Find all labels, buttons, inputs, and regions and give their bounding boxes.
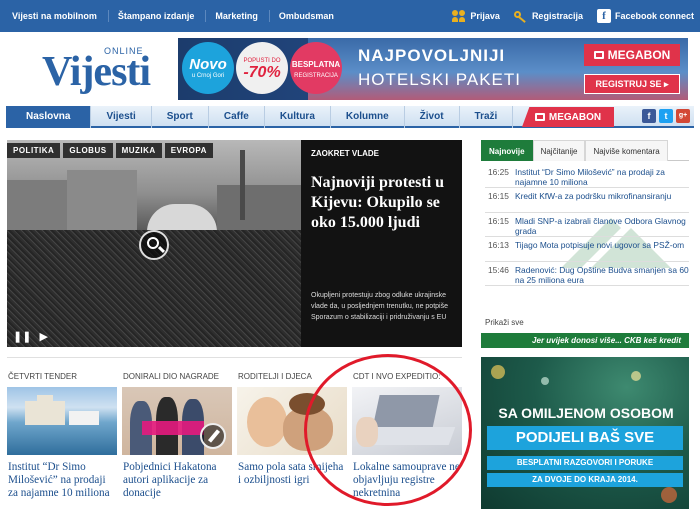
link-ombudsman[interactable]: Ombudsman — [270, 10, 345, 22]
nav-item-naslovna[interactable]: Naslovna — [6, 106, 92, 128]
featured-story[interactable]: POLITIKA GLOBUS MUZIKA EVROPA ❚❚ ▶ ZAOKR… — [7, 140, 462, 347]
show-all-link[interactable]: Prikaži sve — [485, 318, 524, 327]
badge-free-registration: BESPLATNA REGISTRACIJA — [290, 42, 342, 94]
card-kicker: RODITELJI I DJECA — [238, 372, 312, 381]
key-icon — [513, 10, 528, 23]
nav-item-zivot[interactable]: Život — [405, 106, 460, 128]
header: ONLINE Vijesti Novo u Crnoj Gori POPUSTI… — [0, 32, 700, 106]
nav-item-kolumne[interactable]: Kolumne — [331, 106, 405, 128]
users-icon — [452, 10, 466, 22]
featured-title[interactable]: Najnoviji protesti u Kijevu: Okupilo se … — [311, 173, 459, 233]
facebook-share-icon[interactable]: f — [642, 109, 656, 123]
category-evropa[interactable]: EVROPA — [164, 143, 213, 158]
category-politika[interactable]: POLITIKA — [7, 143, 61, 158]
red-annotation-circle — [304, 354, 472, 506]
tab-najcitanije[interactable]: Najčitanije — [532, 140, 586, 161]
list-item[interactable]: 16:15 Kredit KfW-a za podršku mikrofinans… — [485, 188, 689, 213]
news-time: 16:15 — [488, 215, 509, 226]
next-icon[interactable]: ▶ — [39, 330, 47, 343]
shopping-bag-icon — [534, 113, 545, 121]
link-mobile[interactable]: Vijesti na mobilnom — [8, 10, 109, 22]
facebook-connect-label: Facebook connect — [614, 11, 694, 21]
banner-register-button[interactable]: REGISTRUJ SE ▸ — [584, 74, 680, 94]
card-title[interactable]: Institut “Dr Simo Milošević” na prodaji … — [8, 461, 118, 500]
page: Vijesti na mobilnom Štampano izdanje Mar… — [0, 0, 700, 509]
category-globus[interactable]: GLOBUS — [63, 143, 113, 158]
nav-megabon-link[interactable]: MEGABON — [522, 107, 614, 127]
top-bar: Vijesti na mobilnom Štampano izdanje Mar… — [0, 0, 700, 32]
nav-item-caffe[interactable]: Caffe — [209, 106, 265, 128]
register-label: Registracija — [531, 11, 583, 21]
badge-discount: POPUSTI DO -70% — [236, 42, 288, 94]
zoom-icon[interactable] — [139, 230, 169, 260]
nav-item-kultura[interactable]: Kultura — [265, 106, 331, 128]
login-link[interactable]: Prijava — [452, 10, 500, 22]
logo-wordmark: Vijesti — [42, 49, 151, 95]
site-logo[interactable]: ONLINE Vijesti — [42, 40, 157, 98]
card-kicker: ČETVRTI TENDER — [8, 372, 78, 381]
link-marketing[interactable]: Marketing — [206, 10, 270, 22]
news-card[interactable]: ČETVRTI TENDER Institut “Dr Simo Milošev… — [7, 358, 117, 509]
news-time: 15:46 — [488, 264, 509, 275]
news-headline[interactable]: Tijago Mota potpisuje novi ugovor sa PSŽ… — [515, 240, 684, 250]
card-title[interactable]: Pobjednici Hakatona autori aplikacije za… — [123, 461, 233, 500]
pencil-icon — [200, 423, 226, 449]
banner-headline-2: HOTELSKI PAKETI — [358, 70, 522, 89]
news-headline[interactable]: Radenović: Dug Opštine Budva smanjen sa … — [515, 265, 689, 285]
banner-headline-1: NAJPOVOLJNIJI — [358, 46, 506, 65]
news-headline[interactable]: Institut “Dr Simo Milošević” na prodaji … — [515, 167, 665, 187]
facebook-connect-link[interactable]: f Facebook connect — [596, 9, 694, 23]
link-print-edition[interactable]: Štampano izdanje — [109, 10, 207, 22]
news-headline[interactable]: Kredit KfW-a za podršku mikrofinansiranj… — [515, 191, 671, 201]
ad-line-1: SA OMILJENOM OSOBOM — [498, 405, 674, 421]
megabon-banner-ad[interactable]: Novo u Crnoj Gori POPUSTI DO -70% BESPLA… — [178, 38, 688, 100]
ad-line-2: PODIJELI BAŠ SVE — [487, 426, 683, 450]
login-label: Prijava — [470, 11, 500, 21]
google-plus-icon[interactable]: g+ — [676, 109, 690, 123]
list-item[interactable]: 16:15 Mladi SNP-a izabrali članove Odbora… — [485, 213, 689, 238]
featured-summary: Okupljeni protestuju zbog odluke ukrajin… — [311, 292, 448, 321]
news-list: 16:25 Institut “Dr Simo Milošević” na pro… — [485, 164, 689, 286]
list-item[interactable]: 16:13 Tijago Mota potpisuje novi ugovor s… — [485, 237, 689, 262]
ad-line-4: ZA DVOJE DO KRAJA 2014. — [487, 473, 683, 487]
twitter-icon[interactable]: t — [659, 109, 673, 123]
news-time: 16:25 — [488, 167, 509, 177]
telecom-ad[interactable]: SA OMILJENOM OSOBOM PODIJELI BAŠ SVE BES… — [481, 357, 689, 509]
news-time: 16:15 — [488, 191, 509, 202]
banner-brand: MEGABON — [584, 44, 680, 66]
featured-kicker: ZAOKRET VLADE — [311, 149, 379, 158]
main-nav: Naslovna Vijesti Sport Caffe Kultura Kol… — [6, 106, 694, 128]
facebook-icon: f — [596, 9, 611, 23]
badge-novo: Novo u Crnoj Gori — [182, 42, 234, 94]
news-time: 16:13 — [488, 240, 509, 251]
ckb-ad-strip[interactable]: Jer uvijek donosi više... CKB keš kredit — [481, 333, 689, 348]
ad-line-3: BESPLATNI RAZGOVORI I PORUKE — [487, 456, 683, 470]
category-muzika[interactable]: MUZIKA — [115, 143, 162, 158]
nav-item-trazi[interactable]: Traži — [460, 106, 514, 128]
register-link[interactable]: Registracija — [513, 10, 583, 23]
tab-najvise-komentara[interactable]: Najviše komentara — [585, 140, 668, 161]
featured-text-panel: ZAOKRET VLADE Najnoviji protesti u Kijev… — [301, 140, 462, 347]
list-item[interactable]: 16:25 Institut “Dr Simo Milošević” na pro… — [485, 164, 689, 189]
card-image[interactable] — [122, 387, 232, 455]
list-item[interactable]: 15:46 Radenović: Dug Opštine Budva smanje… — [485, 262, 689, 286]
news-headline[interactable]: Mladi SNP-a izabrali članove Odbora Glav… — [515, 216, 686, 236]
nav-item-vijesti[interactable]: Vijesti — [91, 106, 152, 128]
news-card[interactable]: DONIRALI DIO NAGRADE Pobjednici Hakatona… — [122, 358, 232, 509]
category-tabs: POLITIKA GLOBUS MUZIKA EVROPA — [7, 143, 213, 158]
card-image[interactable] — [7, 387, 117, 455]
nav-megabon-label: MEGABON — [548, 111, 602, 123]
shopping-bag-icon — [593, 51, 604, 59]
pause-icon[interactable]: ❚❚ — [13, 330, 31, 343]
nav-item-sport[interactable]: Sport — [152, 106, 209, 128]
banner-brand-label: MEGABON — [607, 48, 671, 62]
card-kicker: DONIRALI DIO NAGRADE — [123, 372, 220, 381]
tab-najnovije[interactable]: Najnovije — [481, 140, 533, 161]
latest-news-widget: Najnovije Najčitanije Najviše komentara … — [481, 140, 689, 350]
